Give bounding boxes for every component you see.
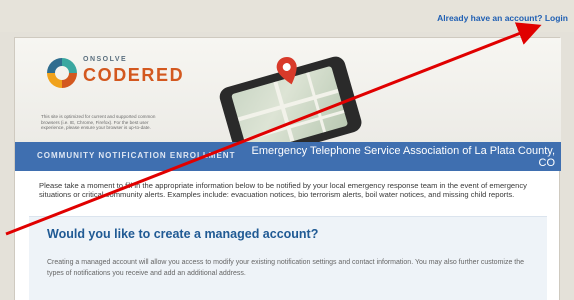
enrollment-banner: COMMUNITY NOTIFICATION ENROLLMENT Emerge…	[15, 142, 561, 171]
intro-paragraph: Please take a moment to fill in the appr…	[39, 181, 527, 200]
logo-codered-text: CODERED	[83, 65, 185, 85]
logo-onsolve-text: ONSOLVE	[83, 56, 128, 63]
banner-title: Emergency Telephone Service Association …	[251, 145, 556, 169]
hero-header: ONSOLVE CODERED This site is optimized f…	[15, 38, 561, 144]
managed-account-section: Would you like to create a managed accou…	[29, 216, 547, 300]
banner-label: COMMUNITY NOTIFICATION ENROLLMENT	[37, 151, 236, 160]
managed-account-heading: Would you like to create a managed accou…	[47, 227, 319, 241]
account-prompt-text: Already have an account?	[437, 13, 543, 23]
codered-logo: ONSOLVE CODERED	[43, 54, 183, 94]
browser-disclaimer: This site is optimized for current and s…	[41, 114, 156, 130]
managed-account-text: Creating a managed account will allow yo…	[47, 259, 525, 277]
account-prompt: Already have an account? Login	[437, 13, 568, 23]
phone-map-illustration	[217, 54, 372, 144]
logo-mark-icon	[47, 58, 77, 88]
login-link[interactable]: Login	[545, 13, 568, 23]
enrollment-panel: ONSOLVE CODERED This site is optimized f…	[14, 37, 561, 300]
top-bar: Already have an account? Login	[0, 0, 574, 32]
